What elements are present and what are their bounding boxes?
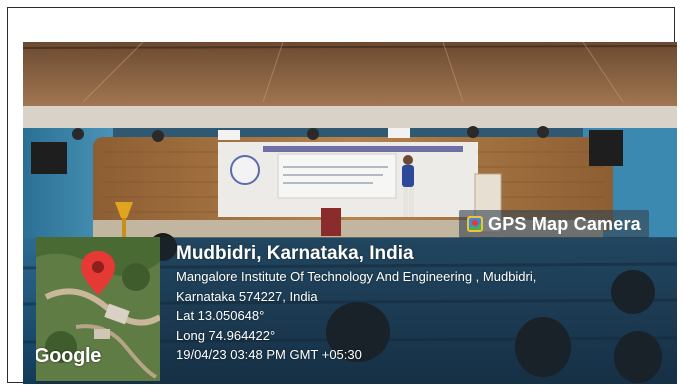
map-pin-icon xyxy=(81,251,115,295)
timestamp: 19/04/23 03:48 PM GMT +05:30 xyxy=(176,347,362,362)
ceiling xyxy=(23,42,677,112)
longitude: Long 74.964422° xyxy=(176,327,276,343)
podium xyxy=(321,208,341,236)
projection-screen xyxy=(277,153,397,199)
gps-badge-label: GPS Map Camera xyxy=(488,213,641,234)
google-logo: Google xyxy=(36,345,102,367)
location-title: Mudbidri, Karnataka, India xyxy=(176,243,414,264)
map-thumbnail: Google xyxy=(36,237,160,381)
institute-logo xyxy=(230,155,260,185)
location-info: Mudbidri, Karnataka, India Mangalore Ins… xyxy=(176,241,671,365)
latitude: Lat 13.050648° xyxy=(176,308,265,323)
address-line-2: Karnataka 574227, India xyxy=(176,288,318,304)
gps-map-camera-icon xyxy=(467,216,483,232)
address-line-1: Mangalore Institute Of Technology And En… xyxy=(176,269,537,284)
gps-map-camera-badge: GPS Map Camera xyxy=(459,210,649,238)
geotagged-photo: GPS Map Camera Google Mudbidri, Karnatak… xyxy=(23,42,677,384)
location-overlay: Google Mudbidri, Karnataka, India Mangal… xyxy=(36,237,677,384)
